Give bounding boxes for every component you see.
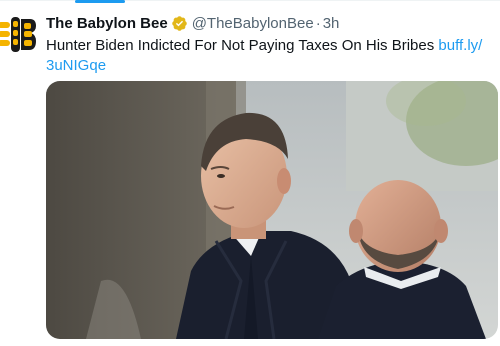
tweet-header: The Babylon Bee @TheBabylonBee · 3h [46,12,339,34]
tweet-link-line2: 3uNIGqe [46,57,107,74]
dot-separator: · [315,14,321,32]
tweet-headline: Hunter Biden Indicted For Not Paying Tax… [46,37,435,54]
tweet-timestamp[interactable]: 3h [323,15,340,32]
active-tab-indicator [75,0,125,3]
author-name[interactable]: The Babylon Bee [46,15,168,32]
news-photo [46,81,498,339]
avatar[interactable] [0,14,36,58]
verified-badge-icon [171,15,188,32]
tweet-media-photo[interactable] [46,81,498,339]
babylon-bee-logo-icon [0,17,36,52]
author-handle[interactable]: @TheBabylonBee [192,15,314,32]
tweet-link-line1: buff.ly/ [438,37,483,54]
tweet-text: Hunter Biden Indicted For Not Paying Tax… [46,36,486,76]
